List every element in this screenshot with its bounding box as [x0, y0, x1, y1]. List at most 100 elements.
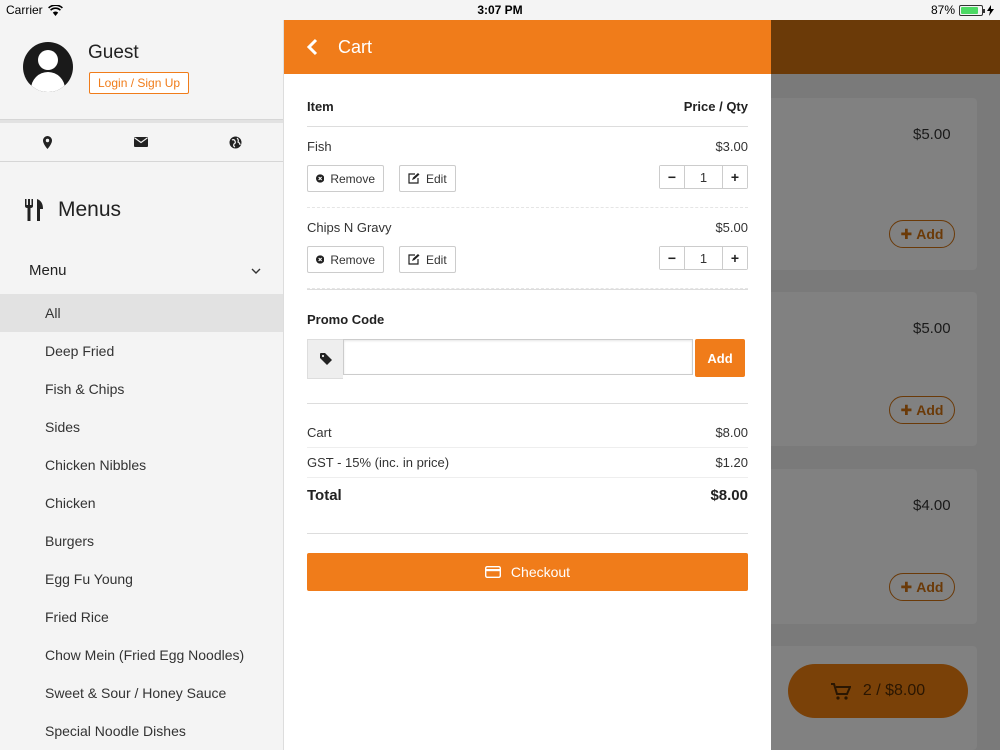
battery-percent: 87% — [930, 3, 955, 17]
background-add-button[interactable]: ✚ Add — [889, 573, 955, 601]
back-chevron-icon[interactable] — [306, 38, 318, 56]
cart-item: Fish $3.00 Remove Edit −1 + — [307, 127, 748, 208]
background-item-price: $5.00 — [913, 320, 951, 337]
globe-icon — [229, 136, 242, 148]
category-item[interactable]: Fish & Chips — [0, 370, 283, 408]
cart-subtotal-label: Cart — [307, 425, 332, 440]
checkout-button[interactable]: Checkout — [307, 553, 748, 591]
price-qty-column-header: Price / Qty — [683, 99, 748, 114]
promo-code-input[interactable] — [343, 339, 693, 375]
website-button[interactable] — [189, 123, 283, 161]
item-column-header: Item — [307, 99, 334, 114]
background-add-button[interactable]: ✚ Add — [889, 220, 955, 248]
cart-table-header: Item Price / Qty — [307, 74, 748, 127]
decrement-button[interactable]: − — [660, 166, 684, 188]
category-item[interactable]: Fried Rice — [0, 598, 283, 636]
category-item[interactable]: Chow Mein (Fried Egg Noodles) — [0, 636, 283, 674]
checkout-label: Checkout — [510, 564, 571, 580]
user-profile: Guest Login / Sign Up — [0, 20, 283, 120]
category-item[interactable]: Deep Fried — [0, 332, 283, 370]
battery-info: 87% — [931, 3, 994, 17]
cart-header: Cart — [284, 20, 771, 74]
gst-row: GST - 15% (inc. in price) $1.20 — [307, 448, 748, 478]
background-add-button[interactable]: ✚ Add — [889, 396, 955, 424]
edit-button[interactable]: Edit — [399, 246, 456, 273]
status-time: 3:07 PM — [477, 3, 523, 17]
remove-circle-icon — [316, 255, 325, 264]
category-item[interactable]: Sides — [0, 408, 283, 446]
user-name: Guest — [88, 42, 139, 63]
category-item[interactable]: Egg Fu Young — [0, 560, 283, 598]
remove-button[interactable]: Remove — [307, 165, 384, 192]
remove-circle-icon — [316, 174, 325, 183]
sidebar: Guest Login / Sign Up Menus Menu All Deep… — [0, 20, 284, 750]
battery-icon — [959, 4, 985, 16]
increment-button[interactable]: + — [723, 166, 747, 188]
shopping-cart-icon — [830, 682, 851, 700]
plus-icon: ✚ — [900, 401, 913, 418]
status-bar: Carrier 3:07 PM 87% — [0, 0, 1000, 20]
cart-summary-button[interactable]: 2 / $8.00 — [788, 664, 968, 718]
location-pin-icon — [42, 135, 52, 149]
background-item-price: $4.00 — [913, 497, 951, 514]
increment-button[interactable]: + — [723, 247, 747, 269]
charging-bolt-icon — [987, 4, 994, 16]
total-label: Total — [307, 486, 342, 504]
cart-totals: Cart $8.00 GST - 15% (inc. in price) $1.… — [307, 403, 748, 512]
category-item[interactable]: Burgers — [0, 522, 283, 560]
cart-item-name: Chips N Gravy — [307, 220, 392, 235]
avatar — [23, 42, 73, 92]
divider — [307, 289, 748, 290]
cart-items: Fish $3.00 Remove Edit −1 + Chips N Gravy $5.00… — [307, 127, 748, 289]
gst-amount: $1.20 — [715, 455, 748, 470]
checkout-section: Checkout — [307, 533, 748, 591]
cart-subtotal-amount: $8.00 — [715, 425, 748, 440]
quantity-value[interactable]: 1 — [684, 247, 723, 269]
utensils-icon — [25, 199, 43, 221]
cart-body: Item Price / Qty Fish $3.00 Remove Edit −1 + C… — [307, 74, 748, 591]
category-item[interactable]: Special Noodle Dishes — [0, 712, 283, 750]
tag-icon — [307, 339, 343, 379]
cart-item-price: $5.00 — [715, 220, 748, 235]
remove-button[interactable]: Remove — [307, 246, 384, 273]
plus-icon: ✚ — [900, 225, 913, 242]
category-item[interactable]: Chicken Nibbles — [0, 446, 283, 484]
menu-dropdown[interactable]: Menu — [29, 262, 261, 279]
background-menu-card — [771, 469, 977, 624]
email-button[interactable] — [94, 123, 188, 161]
remove-label: Remove — [330, 171, 375, 186]
promo-code-row: Add — [307, 339, 748, 379]
quantity-value[interactable]: 1 — [684, 166, 723, 188]
decrement-button[interactable]: − — [660, 247, 684, 269]
quantity-stepper: −1 + — [659, 246, 748, 270]
cart-item-price: $3.00 — [715, 139, 748, 154]
login-signup-button[interactable]: Login / Sign Up — [89, 72, 190, 94]
edit-label: Edit — [426, 252, 447, 267]
category-item[interactable]: Chicken — [0, 484, 283, 522]
background-add-label: Add — [916, 402, 944, 418]
location-button[interactable] — [0, 123, 94, 161]
credit-card-icon — [484, 566, 501, 578]
background-header — [771, 20, 1000, 74]
cart-subtotal-row: Cart $8.00 — [307, 418, 748, 448]
edit-icon — [408, 254, 420, 265]
cart-item-name: Fish — [307, 139, 332, 154]
cart-panel: Cart Item Price / Qty Fish $3.00 Remove Edi… — [284, 20, 771, 750]
edit-button[interactable]: Edit — [399, 165, 456, 192]
edit-icon — [408, 173, 420, 184]
category-item[interactable]: Sweet & Sour / Honey Sauce — [0, 674, 283, 712]
promo-add-button[interactable]: Add — [695, 339, 745, 377]
background-add-label: Add — [916, 579, 944, 595]
edit-label: Edit — [426, 171, 447, 186]
menus-title: Menus — [58, 198, 122, 221]
cart-summary-label: 2 / $8.00 — [862, 682, 926, 699]
envelope-icon — [134, 137, 149, 147]
menus-heading: Menus — [24, 198, 121, 222]
cart-item: Chips N Gravy $5.00 Remove Edit −1 + — [307, 208, 748, 289]
total-row: Total $8.00 — [307, 478, 748, 512]
gst-label: GST - 15% (inc. in price) — [307, 455, 450, 470]
contact-icon-row — [0, 120, 283, 162]
background-add-label: Add — [916, 226, 944, 242]
quantity-stepper: −1 + — [659, 165, 748, 189]
category-item[interactable]: All — [0, 294, 283, 332]
